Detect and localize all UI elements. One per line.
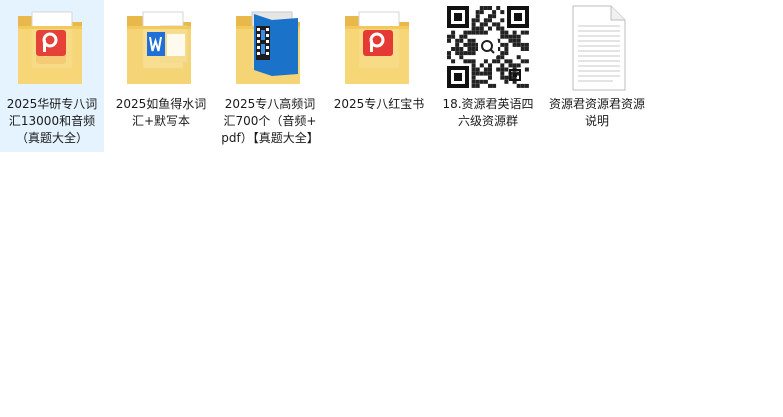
file-item[interactable]: 2025专八高频词汇700个（音频+pdf）【真题大全】: [218, 0, 322, 152]
file-item[interactable]: 2025如鱼得水词汇+默写本: [109, 0, 213, 152]
file-name: 18.资源君英语四六级资源群: [442, 97, 534, 128]
file-name: 2025华研专八词汇13000和音频（真题大全）: [6, 97, 98, 145]
folder-doc-icon: [127, 11, 191, 84]
text-document-icon: [572, 5, 626, 91]
thumbnail: [0, 4, 104, 92]
qr-code-icon: [445, 4, 531, 90]
thumbnail: [545, 4, 649, 92]
file-item[interactable]: 2025专八红宝书: [327, 0, 431, 152]
thumbnail: [218, 4, 322, 92]
file-item[interactable]: 18.资源君英语四六级资源群: [436, 0, 540, 152]
file-name: 资源君资源君资源说明: [548, 97, 645, 128]
file-name: 2025专八高频词汇700个（音频+pdf）【真题大全】: [221, 97, 319, 145]
file-view: 2025华研专八词汇13000和音频（真题大全） 2025如鱼得水词汇+默写本: [0, 0, 783, 417]
folder-pdf-icon: [18, 11, 82, 84]
thumbnail: [109, 4, 213, 92]
thumbnail: [436, 4, 540, 92]
file-name: 2025专八红宝书: [333, 97, 425, 111]
folder-pdf-icon: [345, 11, 409, 84]
file-item[interactable]: 2025华研专八词汇13000和音频（真题大全）: [0, 0, 104, 152]
file-item[interactable]: 资源君资源君资源说明: [545, 0, 649, 152]
folder-video-icon: [236, 11, 300, 84]
thumbnail: [327, 4, 431, 92]
file-name: 2025如鱼得水词汇+默写本: [115, 97, 207, 128]
